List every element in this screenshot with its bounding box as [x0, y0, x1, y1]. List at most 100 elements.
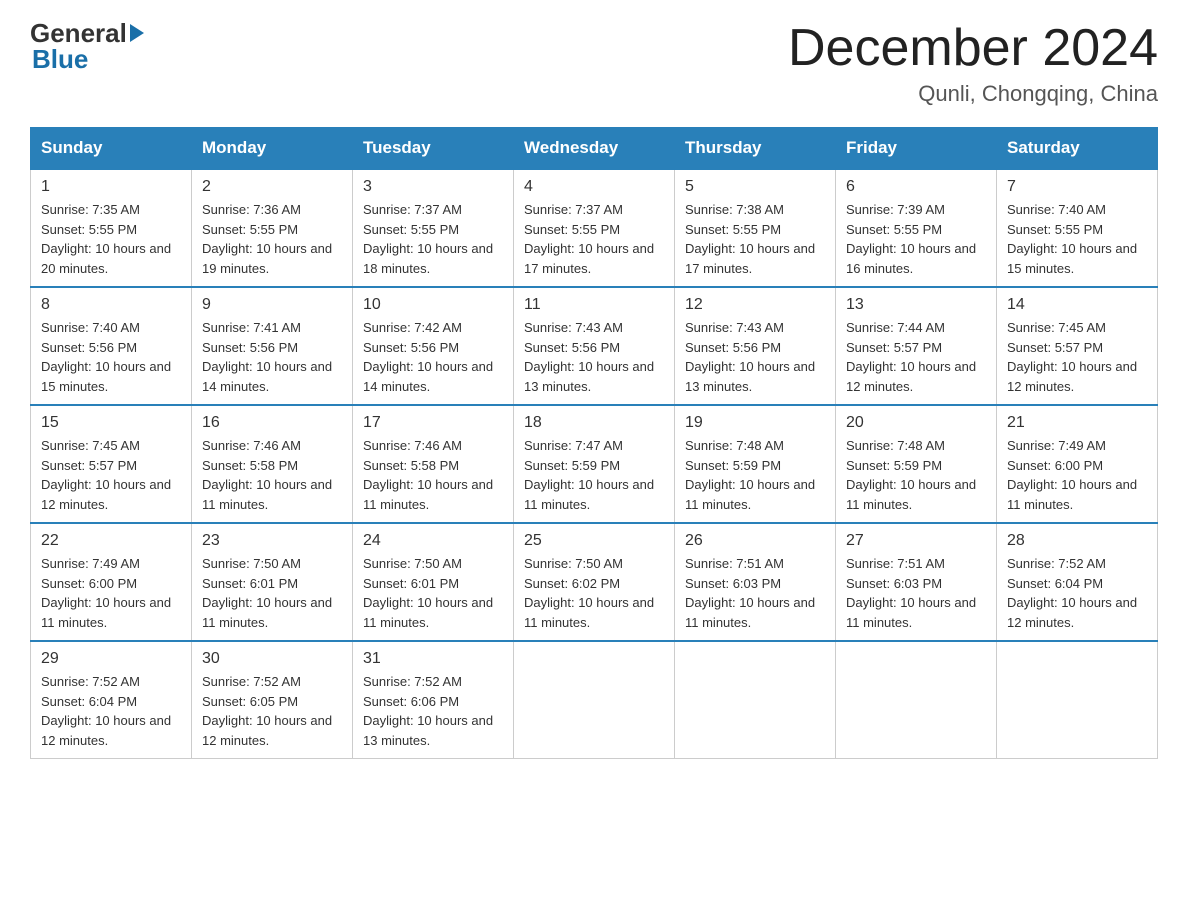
daylight-label: Daylight: 10 hours and 11 minutes.: [846, 477, 976, 512]
day-info: Sunrise: 7:45 AM Sunset: 5:57 PM Dayligh…: [41, 436, 181, 514]
daylight-label: Daylight: 10 hours and 11 minutes.: [202, 477, 332, 512]
calendar-day-cell: 16 Sunrise: 7:46 AM Sunset: 5:58 PM Dayl…: [192, 405, 353, 523]
day-info: Sunrise: 7:52 AM Sunset: 6:04 PM Dayligh…: [41, 672, 181, 750]
sunrise-label: Sunrise: 7:43 AM: [524, 320, 623, 335]
day-info: Sunrise: 7:48 AM Sunset: 5:59 PM Dayligh…: [685, 436, 825, 514]
calendar-week-row: 22 Sunrise: 7:49 AM Sunset: 6:00 PM Dayl…: [31, 523, 1158, 641]
calendar-table: Sunday Monday Tuesday Wednesday Thursday…: [30, 127, 1158, 759]
day-info: Sunrise: 7:51 AM Sunset: 6:03 PM Dayligh…: [685, 554, 825, 632]
sunrise-label: Sunrise: 7:38 AM: [685, 202, 784, 217]
sunset-label: Sunset: 6:04 PM: [41, 694, 137, 709]
sunrise-label: Sunrise: 7:43 AM: [685, 320, 784, 335]
sunrise-label: Sunrise: 7:48 AM: [685, 438, 784, 453]
day-number: 14: [1007, 296, 1147, 314]
daylight-label: Daylight: 10 hours and 19 minutes.: [202, 241, 332, 276]
sunset-label: Sunset: 6:01 PM: [363, 576, 459, 591]
sunrise-label: Sunrise: 7:52 AM: [41, 674, 140, 689]
day-number: 23: [202, 532, 342, 550]
sunrise-label: Sunrise: 7:50 AM: [202, 556, 301, 571]
day-info: Sunrise: 7:47 AM Sunset: 5:59 PM Dayligh…: [524, 436, 664, 514]
day-info: Sunrise: 7:52 AM Sunset: 6:04 PM Dayligh…: [1007, 554, 1147, 632]
day-info: Sunrise: 7:39 AM Sunset: 5:55 PM Dayligh…: [846, 200, 986, 278]
calendar-day-cell: [675, 641, 836, 759]
day-number: 25: [524, 532, 664, 550]
sunset-label: Sunset: 5:58 PM: [202, 458, 298, 473]
sunset-label: Sunset: 5:55 PM: [685, 222, 781, 237]
day-info: Sunrise: 7:42 AM Sunset: 5:56 PM Dayligh…: [363, 318, 503, 396]
day-info: Sunrise: 7:50 AM Sunset: 6:01 PM Dayligh…: [363, 554, 503, 632]
col-monday: Monday: [192, 128, 353, 170]
sunrise-label: Sunrise: 7:45 AM: [41, 438, 140, 453]
daylight-label: Daylight: 10 hours and 14 minutes.: [202, 359, 332, 394]
daylight-label: Daylight: 10 hours and 12 minutes.: [1007, 595, 1137, 630]
daylight-label: Daylight: 10 hours and 11 minutes.: [363, 595, 493, 630]
sunset-label: Sunset: 6:03 PM: [846, 576, 942, 591]
sunset-label: Sunset: 5:55 PM: [1007, 222, 1103, 237]
sunrise-label: Sunrise: 7:37 AM: [363, 202, 462, 217]
daylight-label: Daylight: 10 hours and 12 minutes.: [41, 477, 171, 512]
col-wednesday: Wednesday: [514, 128, 675, 170]
sunrise-label: Sunrise: 7:52 AM: [363, 674, 462, 689]
sunrise-label: Sunrise: 7:52 AM: [202, 674, 301, 689]
sunset-label: Sunset: 5:56 PM: [524, 340, 620, 355]
calendar-day-cell: 26 Sunrise: 7:51 AM Sunset: 6:03 PM Dayl…: [675, 523, 836, 641]
calendar-week-row: 29 Sunrise: 7:52 AM Sunset: 6:04 PM Dayl…: [31, 641, 1158, 759]
day-info: Sunrise: 7:41 AM Sunset: 5:56 PM Dayligh…: [202, 318, 342, 396]
day-info: Sunrise: 7:46 AM Sunset: 5:58 PM Dayligh…: [363, 436, 503, 514]
day-info: Sunrise: 7:43 AM Sunset: 5:56 PM Dayligh…: [524, 318, 664, 396]
col-tuesday: Tuesday: [353, 128, 514, 170]
day-number: 5: [685, 178, 825, 196]
sunset-label: Sunset: 5:56 PM: [685, 340, 781, 355]
daylight-label: Daylight: 10 hours and 16 minutes.: [846, 241, 976, 276]
calendar-day-cell: 17 Sunrise: 7:46 AM Sunset: 5:58 PM Dayl…: [353, 405, 514, 523]
day-info: Sunrise: 7:49 AM Sunset: 6:00 PM Dayligh…: [1007, 436, 1147, 514]
sunset-label: Sunset: 5:59 PM: [685, 458, 781, 473]
day-info: Sunrise: 7:50 AM Sunset: 6:01 PM Dayligh…: [202, 554, 342, 632]
day-number: 17: [363, 414, 503, 432]
day-info: Sunrise: 7:50 AM Sunset: 6:02 PM Dayligh…: [524, 554, 664, 632]
sunset-label: Sunset: 6:02 PM: [524, 576, 620, 591]
sunrise-label: Sunrise: 7:46 AM: [363, 438, 462, 453]
sunset-label: Sunset: 6:00 PM: [1007, 458, 1103, 473]
sunrise-label: Sunrise: 7:45 AM: [1007, 320, 1106, 335]
sunset-label: Sunset: 5:55 PM: [202, 222, 298, 237]
sunset-label: Sunset: 5:57 PM: [41, 458, 137, 473]
sunrise-label: Sunrise: 7:35 AM: [41, 202, 140, 217]
day-info: Sunrise: 7:40 AM Sunset: 5:56 PM Dayligh…: [41, 318, 181, 396]
calendar-day-cell: [514, 641, 675, 759]
calendar-day-cell: 24 Sunrise: 7:50 AM Sunset: 6:01 PM Dayl…: [353, 523, 514, 641]
day-info: Sunrise: 7:35 AM Sunset: 5:55 PM Dayligh…: [41, 200, 181, 278]
daylight-label: Daylight: 10 hours and 13 minutes.: [685, 359, 815, 394]
calendar-day-cell: 11 Sunrise: 7:43 AM Sunset: 5:56 PM Dayl…: [514, 287, 675, 405]
calendar-day-cell: 29 Sunrise: 7:52 AM Sunset: 6:04 PM Dayl…: [31, 641, 192, 759]
calendar-day-cell: 22 Sunrise: 7:49 AM Sunset: 6:00 PM Dayl…: [31, 523, 192, 641]
sunrise-label: Sunrise: 7:50 AM: [524, 556, 623, 571]
day-number: 16: [202, 414, 342, 432]
day-info: Sunrise: 7:48 AM Sunset: 5:59 PM Dayligh…: [846, 436, 986, 514]
day-number: 13: [846, 296, 986, 314]
calendar-day-cell: [997, 641, 1158, 759]
day-number: 15: [41, 414, 181, 432]
day-info: Sunrise: 7:40 AM Sunset: 5:55 PM Dayligh…: [1007, 200, 1147, 278]
calendar-day-cell: 9 Sunrise: 7:41 AM Sunset: 5:56 PM Dayli…: [192, 287, 353, 405]
col-friday: Friday: [836, 128, 997, 170]
calendar-day-cell: 19 Sunrise: 7:48 AM Sunset: 5:59 PM Dayl…: [675, 405, 836, 523]
sunset-label: Sunset: 5:55 PM: [363, 222, 459, 237]
daylight-label: Daylight: 10 hours and 12 minutes.: [846, 359, 976, 394]
day-info: Sunrise: 7:44 AM Sunset: 5:57 PM Dayligh…: [846, 318, 986, 396]
calendar-day-cell: 31 Sunrise: 7:52 AM Sunset: 6:06 PM Dayl…: [353, 641, 514, 759]
calendar-day-cell: 13 Sunrise: 7:44 AM Sunset: 5:57 PM Dayl…: [836, 287, 997, 405]
sunset-label: Sunset: 6:06 PM: [363, 694, 459, 709]
daylight-label: Daylight: 10 hours and 17 minutes.: [685, 241, 815, 276]
calendar-day-cell: [836, 641, 997, 759]
day-number: 28: [1007, 532, 1147, 550]
day-number: 7: [1007, 178, 1147, 196]
day-number: 3: [363, 178, 503, 196]
sunset-label: Sunset: 5:56 PM: [202, 340, 298, 355]
calendar-day-cell: 14 Sunrise: 7:45 AM Sunset: 5:57 PM Dayl…: [997, 287, 1158, 405]
day-number: 29: [41, 650, 181, 668]
daylight-label: Daylight: 10 hours and 11 minutes.: [202, 595, 332, 630]
sunrise-label: Sunrise: 7:40 AM: [41, 320, 140, 335]
daylight-label: Daylight: 10 hours and 13 minutes.: [363, 713, 493, 748]
sunset-label: Sunset: 5:57 PM: [1007, 340, 1103, 355]
